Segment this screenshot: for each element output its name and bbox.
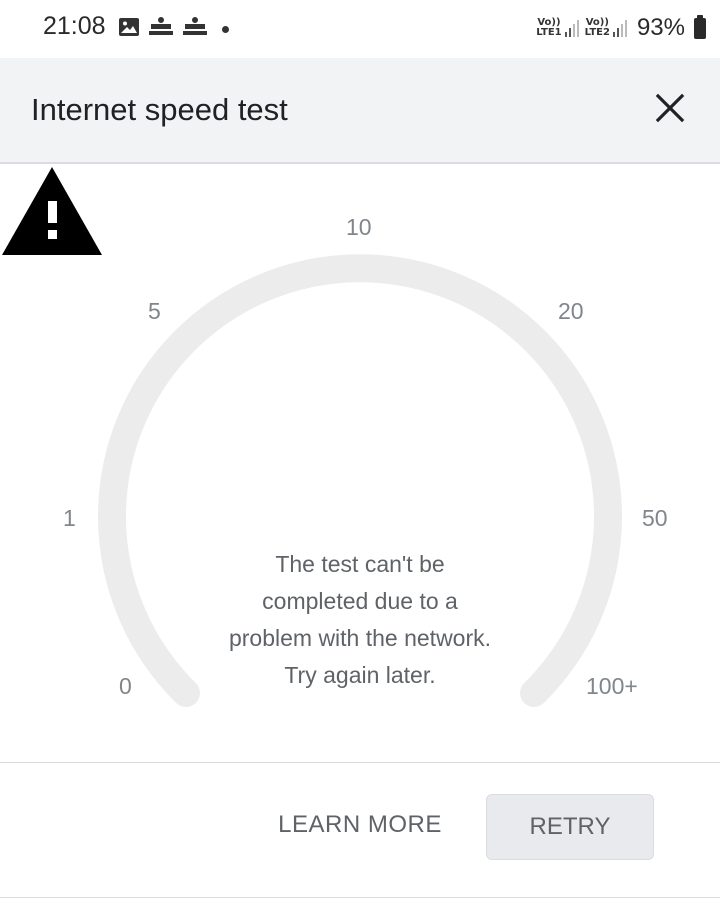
tick-label-50: 50 — [642, 505, 668, 531]
sim1-status: Vo)) LTE1 — [536, 18, 579, 38]
more-notifications-dot-icon — [222, 25, 229, 33]
status-bar: 21:08 Vo)) LTE1 Vo)) LTE2 93% — [0, 0, 720, 58]
learn-more-button[interactable]: LEARN MORE — [260, 793, 460, 857]
notification-badge-icon — [148, 17, 174, 41]
tick-label-1: 1 — [63, 505, 76, 531]
status-right: Vo)) LTE1 Vo)) LTE2 93% — [536, 13, 706, 43]
tick-label-20: 20 — [558, 298, 584, 324]
status-time: 21:08 — [43, 12, 106, 40]
error-message-line: completed due to a — [262, 588, 458, 614]
error-message-line: The test can't be — [275, 551, 445, 577]
image-icon — [118, 17, 140, 42]
error-message: The test can't be completed due to a pro… — [180, 546, 540, 694]
error-message-line: problem with the network. — [228, 625, 492, 651]
tick-label-100-plus: 100+ — [586, 673, 638, 699]
action-bar: LEARN MORE RETRY — [0, 763, 720, 899]
signal-icon — [612, 19, 627, 37]
battery-icon — [694, 14, 706, 39]
notification-badge-icon — [182, 17, 208, 41]
retry-button[interactable]: RETRY — [486, 794, 654, 860]
page-title: Internet speed test — [31, 92, 288, 127]
notification-icons — [118, 16, 229, 42]
warning-icon — [2, 167, 102, 255]
bottom-divider — [0, 897, 720, 898]
speed-gauge: 0 1 5 10 20 50 100+ The test can't be co… — [0, 165, 720, 760]
tick-label-10: 10 — [346, 214, 372, 240]
sim1-label-bottom: LTE1 — [536, 27, 562, 38]
close-icon — [655, 93, 685, 123]
signal-icon — [564, 19, 579, 37]
tick-label-0: 0 — [119, 673, 132, 699]
app-bar: Internet speed test — [0, 58, 720, 164]
sim2-label-bottom: LTE2 — [584, 27, 610, 38]
error-message-line: Try again later. — [284, 662, 436, 688]
close-button[interactable] — [650, 88, 690, 128]
tick-label-5: 5 — [148, 298, 161, 324]
sim2-status: Vo)) LTE2 — [585, 18, 627, 38]
battery-percent: 93% — [636, 14, 685, 41]
